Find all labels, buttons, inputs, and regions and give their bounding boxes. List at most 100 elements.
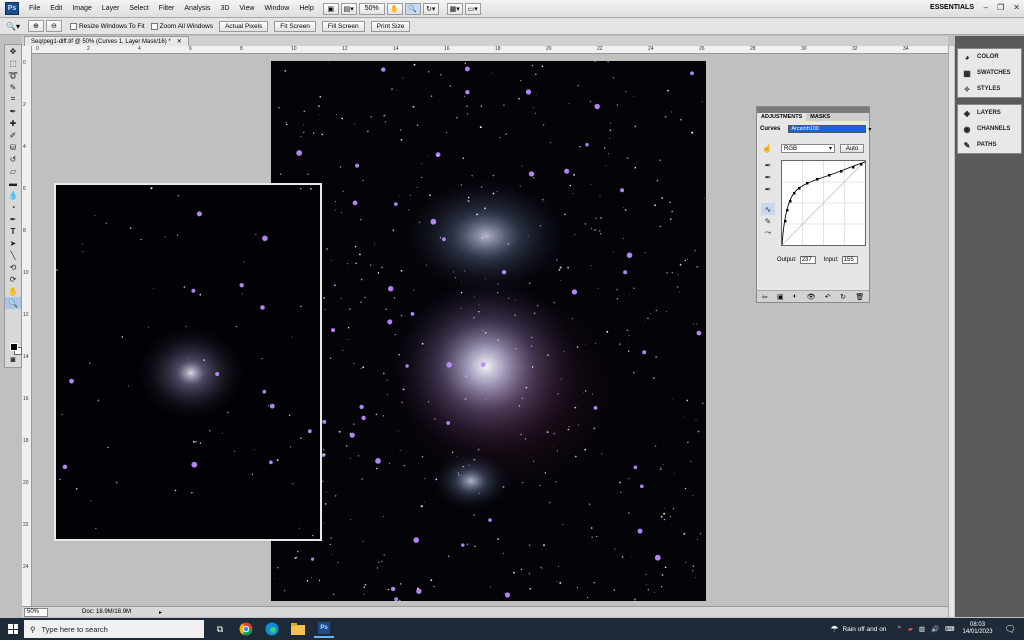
menu-analysis[interactable]: Analysis — [179, 5, 215, 12]
zoom-level-select[interactable]: 50% — [358, 2, 385, 15]
channel-select[interactable]: RGB ▾ — [781, 144, 835, 153]
zoom-all-windows-checkbox[interactable]: Zoom All Windows — [150, 22, 213, 30]
expand-view-icon[interactable]: ▣ — [777, 293, 784, 301]
hand-tool-icon[interactable]: ✋ — [386, 2, 403, 15]
edge-icon[interactable] — [262, 620, 282, 638]
reset-icon[interactable]: ↻ — [840, 293, 846, 301]
shape-tool-icon[interactable]: ╲ — [5, 249, 21, 261]
pencil-icon[interactable]: ✎ — [761, 215, 775, 227]
resize-windows-checkbox[interactable]: Resize Windows To Fit — [69, 22, 145, 30]
arrange-documents-icon[interactable]: ▦▾ — [446, 2, 463, 15]
panel-swatches[interactable]: ▦ SWATCHES — [958, 65, 1021, 81]
windows-start-icon[interactable] — [8, 624, 18, 634]
delete-icon[interactable]: 🗑 — [855, 293, 864, 301]
eraser-tool-icon[interactable]: ▱ — [5, 165, 21, 177]
chevron-down-icon[interactable]: ▾ — [868, 126, 871, 133]
curve-point-icon[interactable]: ∿ — [761, 203, 775, 215]
menu-layer[interactable]: Layer — [97, 5, 125, 12]
panel-styles[interactable]: ✧ STYLES — [958, 81, 1021, 97]
zoom-tool-preset-icon[interactable]: 🔍▾ — [6, 22, 20, 31]
quick-mask-icon[interactable]: ◙ — [5, 353, 21, 365]
menu-edit[interactable]: Edit — [45, 5, 67, 12]
visibility-icon[interactable]: 👁 — [807, 293, 816, 301]
gradient-tool-icon[interactable]: ▬ — [5, 177, 21, 189]
photoshop-taskbar-icon[interactable]: Ps — [314, 620, 334, 638]
main-nebula-image[interactable] — [271, 61, 706, 601]
curves-preset-select[interactable]: Arcsinh100 — [788, 125, 867, 133]
close-icon[interactable]: ✕ — [1013, 3, 1020, 12]
history-brush-icon[interactable]: ↺ — [5, 153, 21, 165]
menu-filter[interactable]: Filter — [154, 5, 180, 12]
output-field[interactable]: 237 — [799, 256, 816, 264]
foreground-color-swatch[interactable] — [10, 343, 18, 351]
status-menu-icon[interactable]: ▸ — [159, 609, 162, 616]
fit-screen-button[interactable]: Fit Screen — [274, 20, 316, 32]
panel-color[interactable]: ◕ COLOR — [958, 49, 1021, 65]
weather-icon[interactable]: ☂ — [830, 624, 838, 635]
zoom-in-icon[interactable]: ⊕ — [27, 20, 44, 32]
input-field[interactable]: 155 — [841, 256, 858, 264]
healing-brush-icon[interactable]: ✚ — [5, 117, 21, 129]
volume-icon[interactable]: 🔊 — [931, 625, 939, 633]
close-tab-icon[interactable]: ✕ — [177, 38, 182, 45]
restore-icon[interactable]: ❐ — [997, 3, 1004, 12]
move-tool-icon[interactable]: ✥ — [5, 45, 21, 57]
lasso-tool-icon[interactable]: ➰ — [5, 69, 21, 81]
panel-channels[interactable]: ◉ CHANNELS — [958, 121, 1021, 137]
type-tool-icon[interactable]: T — [5, 225, 21, 237]
eyedropper-tool-icon[interactable]: ✒ — [5, 105, 21, 117]
smooth-icon[interactable]: ⤳ — [761, 227, 775, 239]
notifications-icon[interactable]: 🗨 — [1005, 624, 1016, 635]
status-zoom-field[interactable]: 50% — [24, 607, 48, 617]
screen-mode-icon[interactable]: ▭▾ — [464, 2, 481, 15]
white-eyedropper-icon[interactable]: ✒ — [761, 183, 775, 195]
return-icon[interactable]: ⇦ — [762, 293, 768, 301]
clip-layer-icon[interactable]: ◐ — [793, 293, 797, 300]
workspace-switcher[interactable]: ESSENTIALS — [930, 4, 974, 11]
menu-window[interactable]: Window — [259, 5, 294, 12]
bridge-button[interactable]: ▣ — [322, 2, 339, 15]
crop-tool-icon[interactable]: ⌗ — [5, 93, 21, 105]
blur-tool-icon[interactable]: 💧 — [5, 189, 21, 201]
tray-app-icon[interactable]: ▰ — [908, 625, 913, 633]
clock[interactable]: 08:03 14/01/2023 — [963, 622, 993, 636]
previous-state-icon[interactable]: ↶ — [825, 293, 831, 301]
gray-eyedropper-icon[interactable]: ✒ — [761, 171, 775, 183]
fill-screen-button[interactable]: Fill Screen — [321, 20, 365, 32]
dodge-tool-icon[interactable]: ◔ — [5, 201, 21, 213]
auto-button[interactable]: Auto — [840, 144, 864, 153]
menu-3d[interactable]: 3D — [215, 5, 234, 12]
zoom-tool-icon[interactable]: 🔍 — [5, 297, 21, 309]
print-size-button[interactable]: Print Size — [370, 20, 411, 32]
menu-image[interactable]: Image — [67, 5, 96, 12]
pen-tool-icon[interactable]: ✒ — [5, 213, 21, 225]
hand-tool-icon[interactable]: ✋ — [5, 285, 21, 297]
panel-paths[interactable]: ✎ PATHS — [958, 137, 1021, 153]
tab-adjustments[interactable]: ADJUSTMENTS — [757, 113, 807, 121]
menu-file[interactable]: File — [24, 5, 45, 12]
chrome-icon[interactable] — [236, 620, 256, 638]
weather-text[interactable]: Rain off and on — [842, 626, 886, 633]
preview-nebula-image[interactable] — [54, 183, 322, 541]
rotate-view-icon[interactable]: ↻▾ — [422, 2, 439, 15]
black-eyedropper-icon[interactable]: ✒ — [761, 159, 775, 171]
curves-graph[interactable] — [781, 160, 866, 246]
menu-select[interactable]: Select — [124, 5, 153, 12]
document-tab[interactable]: Seq/peg1-diff.tif @ 50% (Curves 1, Layer… — [24, 36, 189, 46]
3d-camera-icon[interactable]: ⟳ — [5, 273, 21, 285]
3d-rotate-icon[interactable]: ⟲ — [5, 261, 21, 273]
quick-select-tool-icon[interactable]: ✎ — [5, 81, 21, 93]
tray-chevron-icon[interactable]: ⌃ — [896, 625, 901, 633]
explorer-icon[interactable] — [288, 620, 308, 638]
language-icon[interactable]: ⌨ — [945, 625, 954, 633]
task-view-icon[interactable]: ⧉ — [210, 620, 230, 638]
tab-masks[interactable]: MASKS — [806, 113, 834, 121]
path-select-icon[interactable]: ➤ — [5, 237, 21, 249]
clone-stamp-icon[interactable]: ⛁ — [5, 141, 21, 153]
target-adjust-icon[interactable]: ☝ — [762, 144, 772, 153]
network-icon[interactable]: ▥ — [919, 625, 925, 633]
zoom-tool-icon[interactable]: 🔍 — [404, 2, 421, 15]
actual-pixels-button[interactable]: Actual Pixels — [219, 20, 269, 32]
marquee-tool-icon[interactable]: ⬚ — [5, 57, 21, 69]
zoom-out-icon[interactable]: ⊖ — [45, 20, 62, 32]
